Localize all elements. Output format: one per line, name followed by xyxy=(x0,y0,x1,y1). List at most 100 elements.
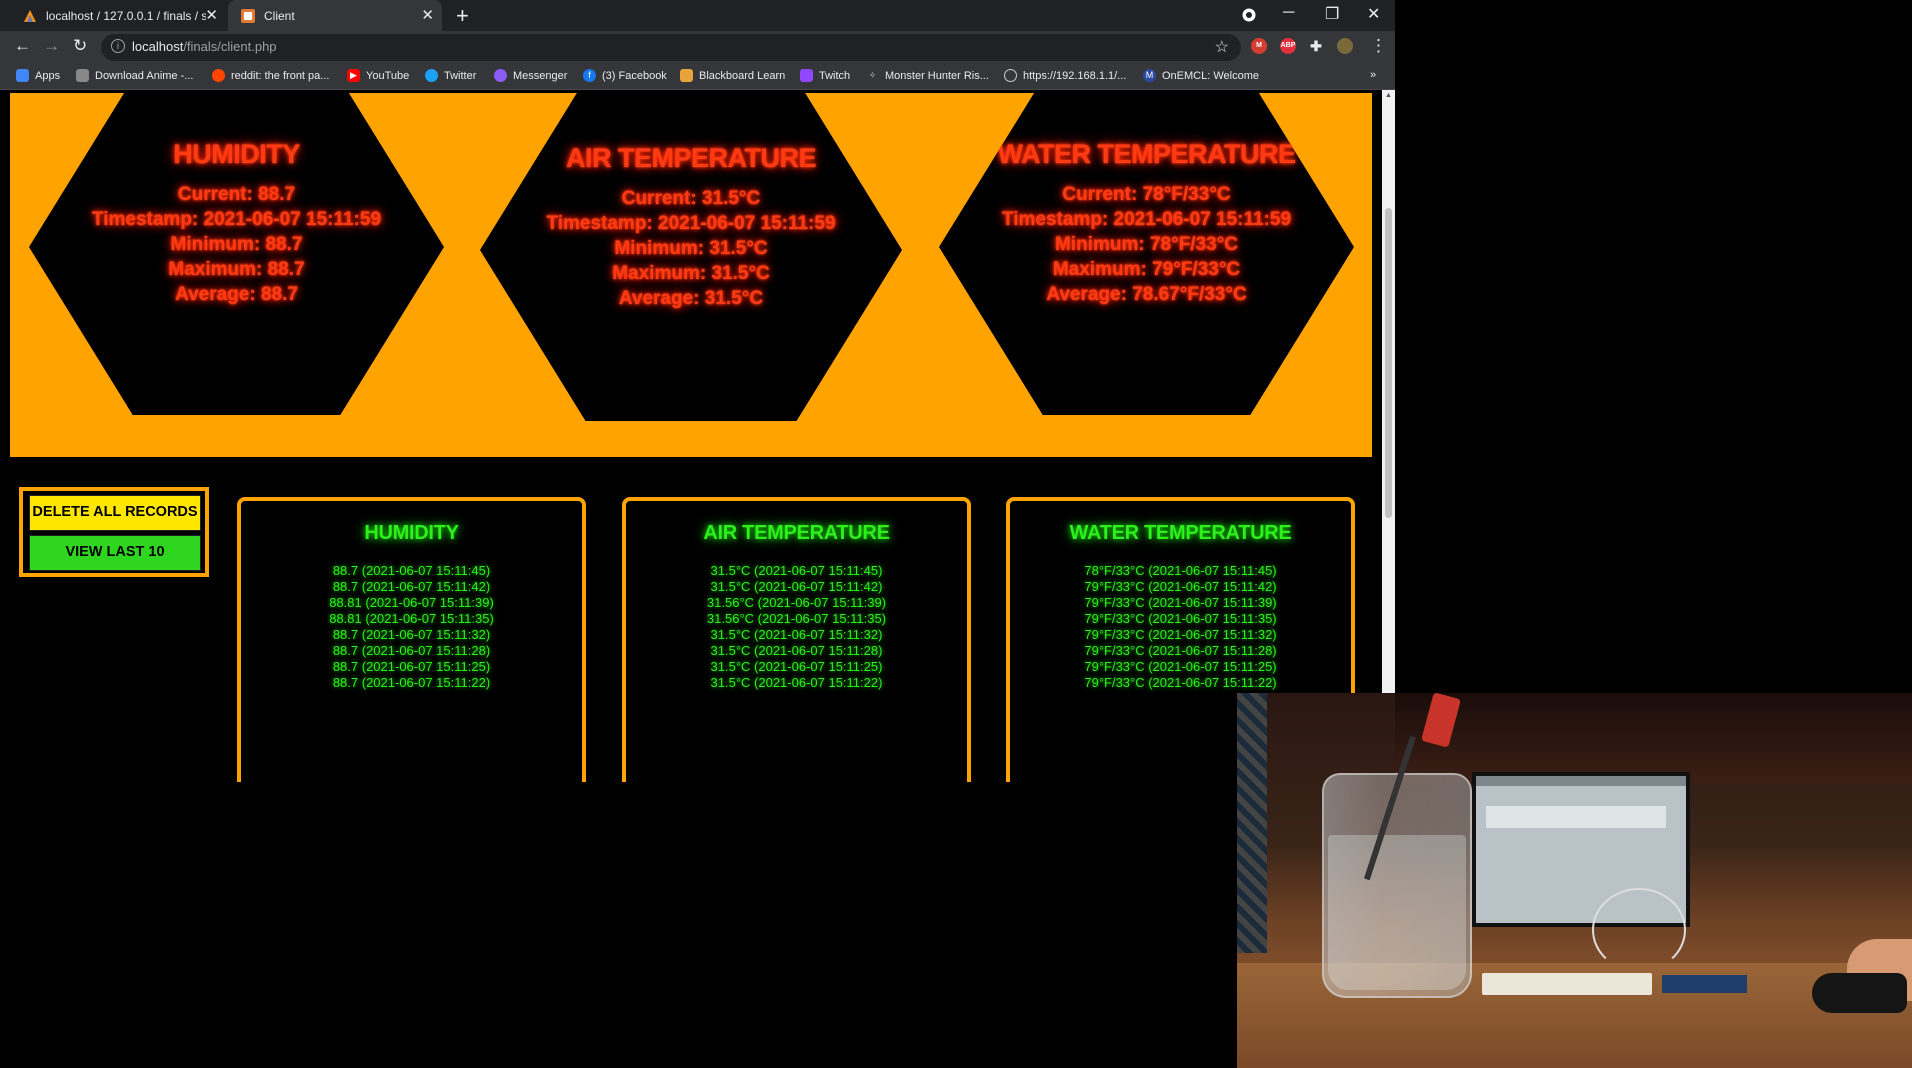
minimize-icon[interactable]: ─ xyxy=(1283,4,1294,22)
summary-average: Average: 88.7 xyxy=(175,284,298,305)
url-text[interactable]: localhost/finals/client.php xyxy=(132,39,277,54)
webcam-water-jar xyxy=(1322,773,1472,998)
address-bar[interactable]: i localhost/finals/client.php ☆ xyxy=(101,34,1241,61)
delete-all-records-button[interactable]: DELETE ALL RECORDS xyxy=(29,495,201,531)
list-item: 79°F/33°C (2021-06-07 15:11:32) xyxy=(1084,627,1277,642)
bookmark-label: Apps xyxy=(35,69,61,82)
browser-toolbar: ← → ↻ i localhost/finals/client.php ☆ M … xyxy=(0,31,1395,64)
extension-m-icon[interactable]: M xyxy=(1251,38,1267,54)
vertical-scrollbar[interactable]: ▲ ▼ xyxy=(1382,90,1395,782)
records-list: 31.5°C (2021-06-07 15:11:45) 31.5°C (202… xyxy=(626,563,967,691)
summary-maximum: Maximum: 88.7 xyxy=(168,259,305,280)
webcam-breadboard xyxy=(1482,973,1652,995)
list-item: 88.7 (2021-06-07 15:11:32) xyxy=(332,627,491,642)
menu-kebab-icon[interactable]: ⋮ xyxy=(1370,36,1387,56)
close-tab-icon[interactable]: ✕ xyxy=(205,6,218,24)
bookmark-star-icon[interactable]: ☆ xyxy=(1215,37,1229,57)
records-list: 78°F/33°C (2021-06-07 15:11:45) 79°F/33°… xyxy=(1010,563,1351,691)
forward-icon[interactable]: → xyxy=(43,36,60,56)
list-item: 31.5°C (2021-06-07 15:11:25) xyxy=(710,659,883,674)
humidity-summary: HUMIDITY Current: 88.7 Timestamp: 2021-0… xyxy=(29,139,444,307)
back-icon[interactable]: ← xyxy=(14,36,31,56)
phpmyadmin-icon xyxy=(24,9,36,22)
records-title: WATER TEMPERATURE xyxy=(1069,522,1292,544)
humidity-summary-hexagon: HUMIDITY Current: 88.7 Timestamp: 2021-0… xyxy=(29,90,444,415)
adblock-icon[interactable]: ABP xyxy=(1280,38,1296,54)
list-item: 88.7 (2021-06-07 15:11:22) xyxy=(332,675,491,690)
scrollbar-thumb[interactable] xyxy=(1385,208,1392,518)
webcam-wires xyxy=(1592,888,1686,972)
bookmark-label: Blackboard Learn xyxy=(699,69,786,82)
bookmark-monster-hunter[interactable]: ✧ Monster Hunter Ris... xyxy=(866,69,989,82)
twitch-icon xyxy=(800,69,813,82)
bookmark-apps[interactable]: Apps xyxy=(16,69,60,82)
avatar[interactable] xyxy=(1337,38,1353,54)
bookmark-facebook[interactable]: f (3) Facebook xyxy=(583,69,667,82)
more-bookmarks-icon[interactable]: » xyxy=(1370,69,1376,81)
list-item: 88.81 (2021-06-07 15:11:35) xyxy=(329,611,494,626)
list-item: 88.7 (2021-06-07 15:11:45) xyxy=(332,563,491,578)
bookmark-youtube[interactable]: ▶ YouTube xyxy=(347,69,409,82)
browser-window: localhost / 127.0.0.1 / finals / sen ✕ C… xyxy=(0,0,1395,782)
reddit-icon xyxy=(212,69,225,82)
close-tab-icon[interactable]: ✕ xyxy=(421,6,434,24)
scroll-up-arrow-icon[interactable]: ▲ xyxy=(1385,92,1392,99)
reload-icon[interactable]: ↻ xyxy=(73,36,87,56)
bookmark-twitch[interactable]: Twitch xyxy=(800,69,850,82)
tab-title: Client xyxy=(264,8,295,23)
bookmark-router[interactable]: https://192.168.1.1/... xyxy=(1004,69,1126,82)
air-temperature-summary-hexagon: AIR TEMPERATURE Current: 31.5°C Timestam… xyxy=(480,90,902,421)
onemcl-icon: M xyxy=(1143,69,1156,82)
bookmark-messenger[interactable]: Messenger xyxy=(494,69,567,82)
view-last-10-records-button[interactable]: VIEW LAST 10 RECORDS xyxy=(29,535,201,593)
list-item: 88.7 (2021-06-07 15:11:28) xyxy=(332,643,491,658)
bookmark-download-anime[interactable]: Download Anime -... xyxy=(76,69,193,82)
new-tab-button[interactable]: + xyxy=(456,3,469,29)
summary-minimum: Minimum: 88.7 xyxy=(170,234,303,255)
page-icon xyxy=(241,8,255,23)
youtube-icon: ▶ xyxy=(347,69,360,82)
restore-icon[interactable]: ❐ xyxy=(1325,4,1339,24)
bookmark-blackboard[interactable]: Blackboard Learn xyxy=(680,69,785,82)
bookmark-label: reddit: the front pa... xyxy=(231,69,330,82)
summary-minimum: Minimum: 78°F/33°C xyxy=(1054,234,1239,255)
summary-current: Current: 31.5°C xyxy=(621,188,761,209)
jar-water xyxy=(1328,835,1466,990)
water-temperature-summary-hexagon: WATER TEMPERATURE Current: 78°F/33°C Tim… xyxy=(939,90,1354,415)
list-item: 31.56°C (2021-06-07 15:11:39) xyxy=(706,595,887,610)
url-path: /finals/client.php xyxy=(183,39,277,54)
summary-current: Current: 78°F/33°C xyxy=(1062,184,1231,205)
anime-site-icon xyxy=(76,69,89,82)
list-item: 31.5°C (2021-06-07 15:11:45) xyxy=(710,563,883,578)
bookmark-label: (3) Facebook xyxy=(602,69,667,82)
bookmark-onemcl[interactable]: M OnEMCL: Welcome xyxy=(1143,69,1259,82)
air-temperature-records-panel: AIR TEMPERATURE 31.5°C (2021-06-07 15:11… xyxy=(622,497,971,782)
summary-average: Average: 78.67°F/33°C xyxy=(1046,284,1247,305)
bookmarks-bar: Apps Download Anime -... reddit: the fro… xyxy=(0,64,1395,90)
summary-band: HUMIDITY Current: 88.7 Timestamp: 2021-0… xyxy=(10,90,1372,457)
list-item: 88.81 (2021-06-07 15:11:39) xyxy=(329,595,494,610)
list-item: 31.5°C (2021-06-07 15:11:28) xyxy=(710,643,883,658)
summary-timestamp: Timestamp: 2021-06-07 15:11:59 xyxy=(1001,209,1292,230)
bookmark-label: https://192.168.1.1/... xyxy=(1023,69,1127,82)
info-icon[interactable]: i xyxy=(111,39,125,53)
close-window-icon[interactable]: ✕ xyxy=(1367,4,1380,24)
tab-client[interactable]: Client ✕ xyxy=(228,0,442,31)
globe-icon xyxy=(1004,69,1017,82)
profile-status-icon[interactable] xyxy=(1242,8,1256,22)
bookmark-reddit[interactable]: reddit: the front pa... xyxy=(212,69,329,82)
summary-title: AIR TEMPERATURE xyxy=(565,143,817,173)
tab-phpmyadmin[interactable]: localhost / 127.0.0.1 / finals / sen ✕ xyxy=(10,0,226,31)
extensions-puzzle-icon[interactable]: ✚ xyxy=(1308,38,1324,54)
bookmark-twitter[interactable]: Twitter xyxy=(425,69,476,82)
summary-maximum: Maximum: 31.5°C xyxy=(612,263,770,284)
records-title: AIR TEMPERATURE xyxy=(703,522,890,544)
summary-minimum: Minimum: 31.5°C xyxy=(614,238,768,259)
list-item: 79°F/33°C (2021-06-07 15:11:22) xyxy=(1084,675,1277,690)
list-item: 88.7 (2021-06-07 15:11:25) xyxy=(332,659,491,674)
summary-timestamp: Timestamp: 2021-06-07 15:11:59 xyxy=(91,209,382,230)
actions-panel: DELETE ALL RECORDS VIEW LAST 10 RECORDS xyxy=(19,487,209,593)
page-viewport: HUMIDITY Current: 88.7 Timestamp: 2021-0… xyxy=(0,90,1382,782)
tab-strip: localhost / 127.0.0.1 / finals / sen ✕ C… xyxy=(0,0,1395,31)
webcam-feed xyxy=(1237,693,1912,1068)
